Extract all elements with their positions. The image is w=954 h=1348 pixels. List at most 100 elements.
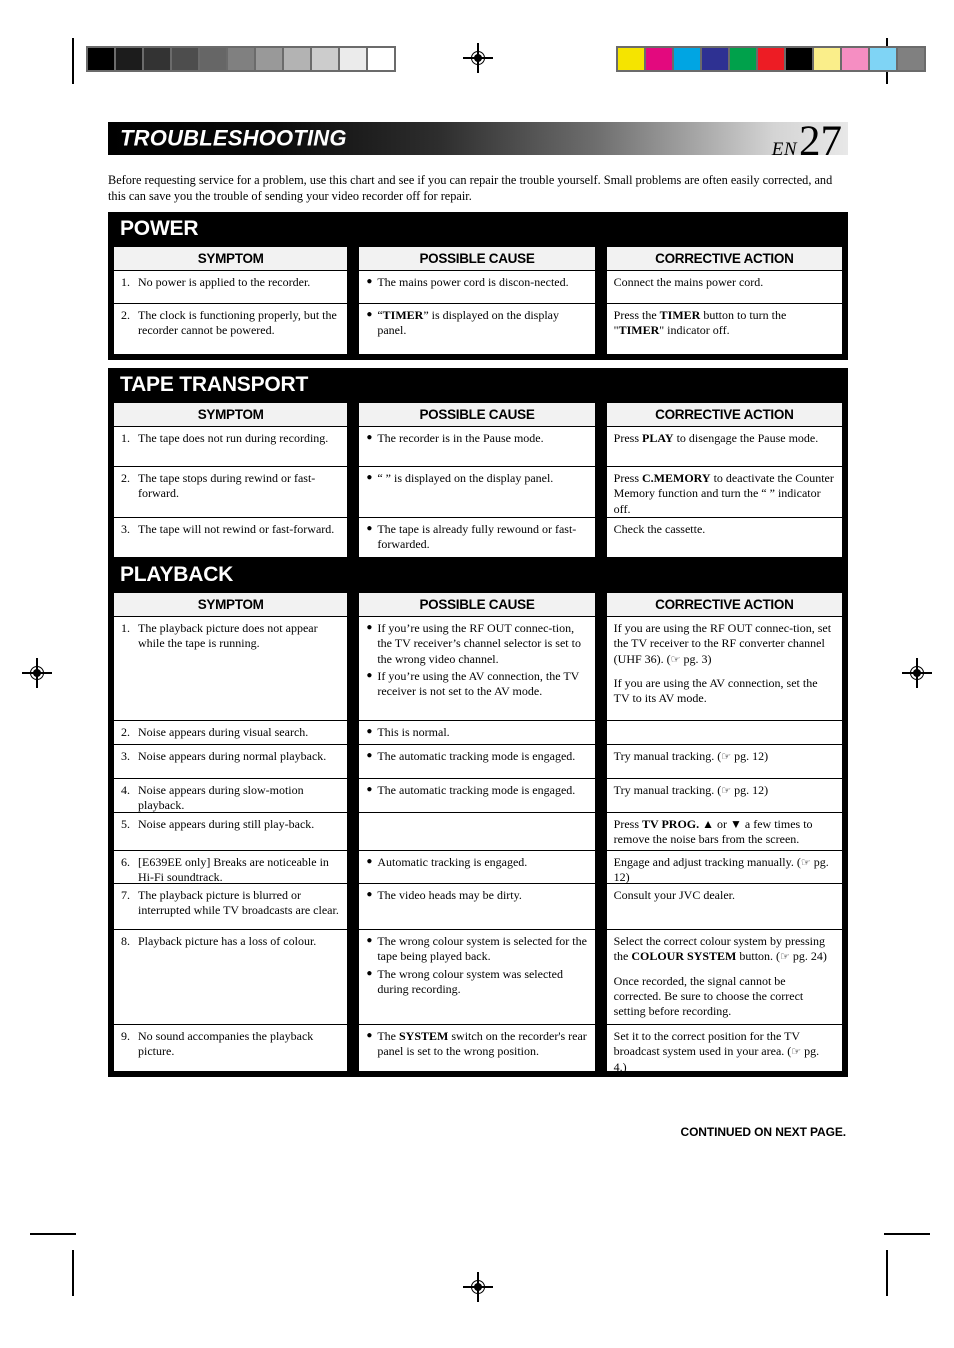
table-cell-actions: Try manual tracking. (☞ pg. 12) [606, 779, 842, 813]
column-header: CORRECTIVE ACTION [606, 247, 842, 271]
symptom-entry: 8. Playback picture has a loss of colour. [121, 934, 340, 949]
column-header: SYMPTOM [114, 247, 348, 271]
symptom-number: 7. [121, 888, 130, 902]
column-causes: POSSIBLE CAUSE ● The recorder is in the Pa… [359, 403, 595, 557]
language-code: EN [771, 139, 797, 160]
calibration-swatch [786, 48, 812, 70]
cause-entry: ● If you’re using the RF OUT connec-tion,… [366, 621, 587, 667]
table-cell-causes: ● “ ” is displayed on the display panel. [359, 467, 595, 518]
column-header: CORRECTIVE ACTION [606, 403, 842, 427]
cause-text: The tape is already fully rewound or fas… [377, 522, 577, 552]
symptom-entry: 2. Noise appears during visual search. [121, 725, 340, 740]
symptom-text: The tape will not rewind or fast-forward… [138, 522, 335, 536]
table-cell-causes: ● The automatic tracking mode is engaged. [359, 779, 595, 813]
action-text: Select the correct colour system by pres… [613, 934, 827, 964]
intro-paragraph: Before requesting service for a problem,… [108, 173, 833, 204]
calibration-swatch [758, 48, 784, 70]
table-cell-causes: ● “TIMER” is displayed on the display pan… [359, 304, 594, 354]
symptom-number: 9. [121, 1029, 130, 1043]
calibration-swatch [172, 48, 198, 70]
action-text: Try manual tracking. (☞ pg. 12) [613, 749, 769, 763]
greyscale-calibration-strip [86, 46, 396, 72]
column-actions: CORRECTIVE ACTION Press PLAY to disengage… [606, 403, 842, 557]
cause-entry: ● “TIMER” is displayed on the display pan… [366, 308, 587, 339]
calibration-swatch [228, 48, 254, 70]
column-causes: POSSIBLE CAUSE ● If you’re using the RF OU… [359, 593, 595, 1071]
column-header: SYMPTOM [114, 593, 348, 617]
symptom-number: 6. [121, 855, 130, 869]
cause-entry: ● Automatic tracking is engaged. [366, 855, 587, 870]
calibration-swatch [702, 48, 728, 70]
table-cell-actions: Select the correct colour system by pres… [606, 930, 842, 1025]
column-symptom: SYMPTOM 1. The playback picture does not a… [114, 593, 348, 1071]
section-title-tape-transport: TAPE TRANSPORT [120, 373, 309, 396]
symptom-entry: 1. The tape does not run during recording… [121, 431, 340, 446]
table-cell-actions: Press TV PROG. ▲ or ▼ a few times to rem… [606, 813, 842, 851]
symptom-number: 2. [121, 725, 130, 739]
table-cell-symptom: 4. Noise appears during slow-motion playb… [114, 779, 348, 813]
action-text: If you are using the AV connection, set … [613, 676, 818, 706]
symptom-text: No power is applied to the recorder. [138, 275, 311, 289]
calibration-swatch [200, 48, 226, 70]
cause-entry: ● “ ” is displayed on the display panel. [366, 471, 587, 486]
table-cell-symptom: 8. Playback picture has a loss of colour. [114, 930, 348, 1025]
calibration-swatch [674, 48, 700, 70]
cause-text: This is normal. [377, 725, 450, 739]
symptom-text: Noise appears during normal playback. [138, 749, 327, 763]
section-tape-transport: TAPE TRANSPORT SYMPTOM 1. The tape does not… [108, 368, 848, 563]
symptom-entry: 7. The playback picture is blurred or int… [121, 888, 340, 919]
calibration-swatch [814, 48, 840, 70]
section-title-playback: PLAYBACK [120, 563, 234, 586]
troubleshooting-table: SYMPTOM 1. The tape does not run during re… [114, 403, 842, 557]
cause-text: If you’re using the AV connection, the T… [377, 669, 580, 699]
calibration-swatch [368, 48, 394, 70]
table-cell-symptom: 1. No power is applied to the recorder. [114, 271, 348, 304]
action-text: Check the cassette. [613, 522, 706, 536]
page-title-bar: TROUBLESHOOTING EN 27 [108, 120, 848, 163]
table-cell-symptom: 1. The tape does not run during recording… [114, 427, 348, 467]
table-cell-causes: ● The automatic tracking mode is engaged. [359, 745, 595, 779]
cause-text: The automatic tracking mode is engaged. [377, 783, 576, 797]
calibration-swatch [730, 48, 756, 70]
symptom-text: [E639EE only] Breaks are noticeable in H… [138, 855, 329, 884]
section-playback: PLAYBACK SYMPTOM 1. The playback picture do… [108, 558, 848, 1077]
symptom-text: No sound accompanies the playback pictur… [138, 1029, 314, 1059]
cause-text: If you’re using the RF OUT connec-tion, … [377, 621, 581, 666]
table-cell-symptom: 5. Noise appears during still play-back. [114, 813, 348, 851]
table-cell-causes: ● The recorder is in the Pause mode. [359, 427, 595, 467]
table-cell-symptom: 6. [E639EE only] Breaks are noticeable in… [114, 851, 348, 884]
symptom-text: Noise appears during still play-back. [138, 817, 315, 831]
section-title-power: POWER [120, 217, 199, 240]
action-text: Press TV PROG. ▲ or ▼ a few times to rem… [613, 817, 813, 847]
cause-entry: ● The automatic tracking mode is engaged. [366, 783, 587, 798]
table-cell-actions: Check the cassette. [607, 518, 842, 557]
calibration-swatch [144, 48, 170, 70]
cause-text: “TIMER” is displayed on the display pane… [377, 308, 559, 338]
symptom-entry: 6. [E639EE only] Breaks are noticeable in… [121, 855, 340, 884]
table-cell-actions: If you are using the RF OUT connec-tion,… [606, 617, 842, 721]
symptom-number: 2. [121, 471, 130, 485]
calibration-swatch [256, 48, 282, 70]
symptom-entry: 3. Noise appears during normal playback. [121, 749, 340, 764]
calibration-swatch [312, 48, 338, 70]
table-cell-actions: Connect the mains power cord. [606, 271, 842, 304]
symptom-number: 1. [121, 275, 130, 289]
table-cell-actions: Try manual tracking. (☞ pg. 12) [606, 745, 842, 779]
column-symptom: SYMPTOM 1. No power is applied to the reco… [114, 247, 348, 354]
crop-mark-bottom-right-vertical [886, 1250, 888, 1296]
bullet-icon: ● [366, 856, 373, 867]
crop-mark-bottom-left-vertical [72, 1250, 74, 1296]
bullet-icon: ● [366, 784, 373, 795]
action-text: Try manual tracking. (☞ pg. 12) [613, 783, 769, 797]
table-cell-causes: ● This is normal. [359, 721, 595, 745]
calibration-swatch [898, 48, 924, 70]
symptom-entry: 2. The tape stops during rewind or fast-f… [121, 471, 340, 502]
page-identifier: EN 27 [772, 120, 842, 163]
action-text: Press the TIMER button to turn the "TIME… [613, 308, 787, 338]
symptom-text: Noise appears during slow-motion playbac… [138, 783, 304, 813]
symptom-entry: 9. No sound accompanies the playback pict… [121, 1029, 340, 1060]
symptom-text: Playback picture has a loss of colour. [138, 934, 317, 948]
action-text: Press PLAY to disengage the Pause mode. [613, 431, 819, 445]
table-cell-symptom: 1. The playback picture does not appear w… [114, 617, 348, 721]
symptom-entry: 4. Noise appears during slow-motion playb… [121, 783, 340, 813]
